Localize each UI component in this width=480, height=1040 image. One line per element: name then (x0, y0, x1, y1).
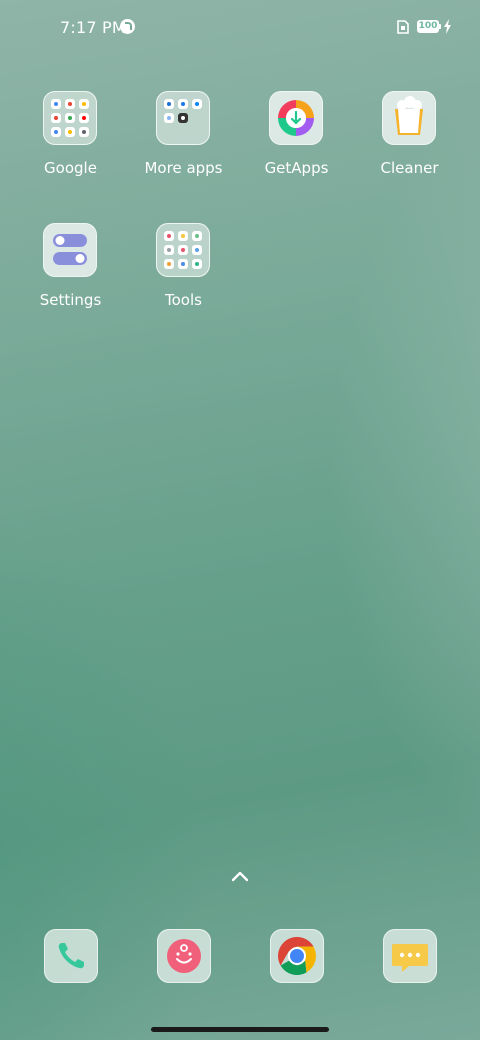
battery-tip (439, 24, 441, 29)
dock-messages[interactable] (383, 929, 437, 983)
app-tools-folder[interactable]: Tools (127, 223, 240, 333)
more-apps-folder-icon (156, 91, 210, 145)
getapps-logo (278, 100, 314, 136)
app-label: Tools (165, 291, 202, 309)
app-getapps[interactable]: GetApps (240, 91, 353, 201)
battery-icon: 100 (417, 20, 439, 33)
app-label: Settings (39, 291, 102, 309)
app-label: Cleaner (380, 159, 439, 177)
tools-folder-icon (156, 223, 210, 277)
chrome-icon (278, 937, 316, 975)
charging-bolt-icon (444, 19, 451, 34)
sim-card-icon (397, 20, 409, 34)
app-settings[interactable]: Settings (14, 223, 127, 333)
messages-icon (392, 944, 428, 972)
status-time: 7:17 PM (60, 18, 126, 37)
dock-chrome[interactable] (270, 929, 324, 983)
app-cleaner[interactable]: Cleaner (353, 91, 466, 201)
app-drawer-arrow-icon[interactable] (230, 868, 250, 884)
phone-icon (58, 943, 84, 969)
status-bar: 7:17 PM 100 (0, 0, 480, 56)
app-label: GetApps (264, 159, 329, 177)
notification-app-icon (120, 19, 135, 34)
app-more-apps-folder[interactable]: More apps (127, 91, 240, 201)
cleaner-logo (395, 96, 423, 135)
gesture-nav-bar[interactable] (151, 1027, 329, 1032)
app-label: More apps (144, 159, 223, 177)
dock-phone[interactable] (44, 929, 98, 983)
google-folder-icon (43, 91, 97, 145)
contacts-icon (167, 939, 201, 973)
app-google-folder[interactable]: Google (14, 91, 127, 201)
settings-toggles (53, 234, 87, 265)
app-label: Google (44, 159, 97, 177)
dock-contacts[interactable] (157, 929, 211, 983)
cleaner-icon (382, 91, 436, 145)
getapps-icon (269, 91, 323, 145)
battery-level: 100 (418, 21, 438, 31)
settings-icon (43, 223, 97, 277)
